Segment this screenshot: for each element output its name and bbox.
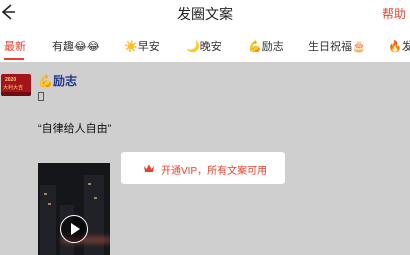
building-shape	[84, 175, 104, 255]
window-light	[88, 183, 91, 185]
tab-more[interactable]: 🔥发	[388, 38, 410, 54]
help-link[interactable]: 帮助	[382, 5, 406, 22]
avatar-stripe	[1, 92, 31, 96]
tab-funny[interactable]: 有趣😂😂	[52, 38, 100, 54]
tab-latest[interactable]: 最新	[4, 38, 26, 54]
post-text: “自律给人自由”	[38, 123, 112, 135]
category-tabs: 最新 有趣😂😂 ☀️早安 🌙晚安 💪励志 生日祝福🎂 🔥发	[0, 26, 410, 62]
tab-inspirational[interactable]: 💪励志	[248, 38, 284, 54]
placeholder-glyph-icon	[38, 92, 44, 101]
window-light	[94, 197, 97, 199]
avatar-text: 大利大吉	[3, 85, 24, 91]
tab-good-night[interactable]: 🌙晚安	[186, 38, 222, 54]
window-light	[44, 193, 47, 195]
play-icon[interactable]	[60, 215, 88, 243]
crown-icon	[144, 164, 154, 172]
vip-banner-text: 开通VIP，所有文案可用	[161, 166, 268, 177]
page-title: 发圈文案	[177, 6, 233, 22]
vip-upgrade-banner[interactable]: 开通VIP，所有文案可用	[121, 152, 285, 184]
window-light	[48, 203, 51, 205]
building-shape	[40, 185, 56, 255]
avatar[interactable]: 2020 大利大吉	[1, 74, 31, 96]
tab-birthday-wishes[interactable]: 生日祝福🎂	[308, 38, 366, 54]
app-header: 发圈文案 帮助	[0, 0, 410, 26]
active-tab-indicator	[4, 58, 24, 60]
post-author[interactable]: 💪励志	[38, 72, 77, 89]
video-thumbnail[interactable]	[38, 163, 110, 255]
avatar-text: 2020	[5, 77, 17, 83]
tab-good-morning[interactable]: ☀️早安	[124, 38, 160, 54]
